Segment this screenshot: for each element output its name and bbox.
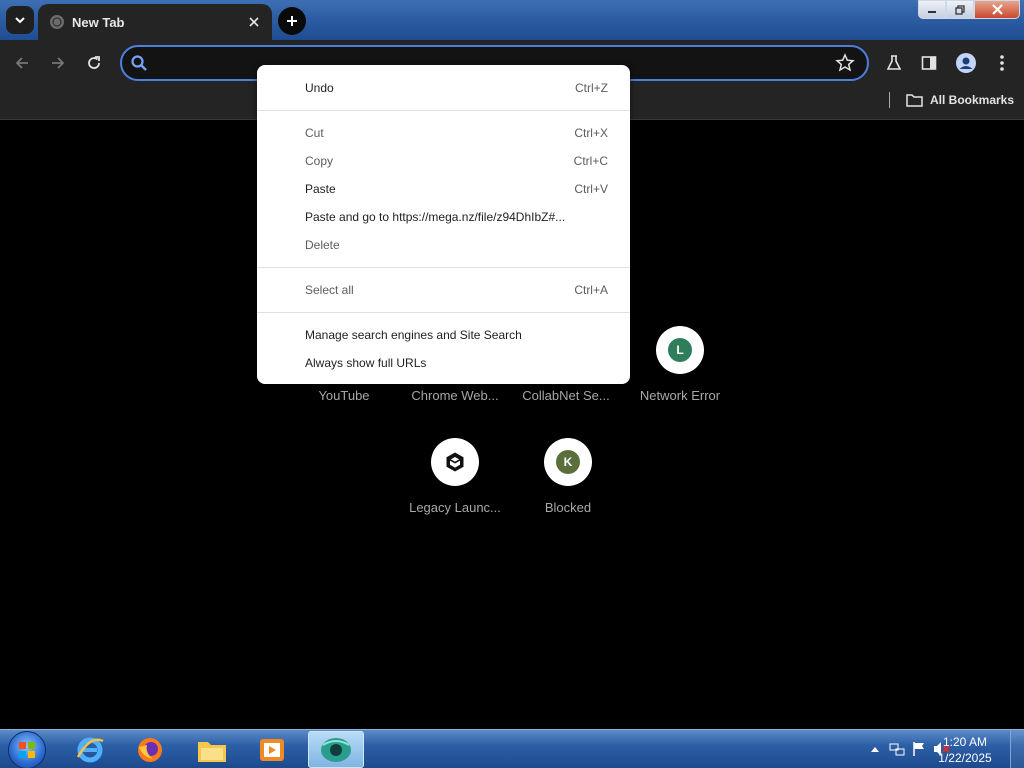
menu-button[interactable] — [989, 50, 1015, 76]
tab-search-button[interactable] — [6, 6, 34, 34]
shortcut-network-error[interactable]: L Network Error — [624, 326, 736, 403]
tab-new-tab[interactable]: New Tab — [38, 4, 272, 40]
internet-explorer-icon — [76, 737, 104, 762]
clock[interactable]: 1:20 AM 1/22/2025 — [930, 734, 1000, 766]
star-icon[interactable] — [835, 53, 855, 73]
avatar-icon — [956, 53, 976, 73]
menu-item-paste[interactable]: Paste Ctrl+V — [257, 175, 630, 203]
menu-item-shortcut: Ctrl+V — [574, 182, 608, 196]
menu-item-always-show-full-urls[interactable]: Always show full URLs — [257, 349, 630, 377]
show-hidden-icons-icon[interactable] — [870, 745, 880, 753]
shortcut-label: CollabNet Se... — [522, 388, 610, 403]
menu-separator — [257, 312, 630, 313]
clock-time: 1:20 AM — [942, 735, 988, 749]
menu-item-label: Cut — [305, 126, 324, 140]
taskbar-firefox[interactable] — [122, 731, 178, 768]
menu-item-label: Always show full URLs — [305, 356, 427, 370]
window-controls — [918, 0, 1020, 20]
shortcut-icon — [431, 438, 479, 486]
reload-button[interactable] — [81, 50, 107, 76]
close-icon — [991, 4, 1003, 15]
shortcut-icon: K — [544, 438, 592, 486]
side-panel-icon — [921, 56, 937, 70]
flask-icon — [886, 55, 902, 70]
labs-button[interactable] — [881, 50, 907, 76]
arrow-right-icon — [52, 57, 65, 69]
plus-icon — [287, 16, 297, 26]
menu-item-shortcut: Ctrl+Z — [575, 81, 608, 95]
menu-separator — [257, 267, 630, 268]
system-tray: 1:20 AM 1/22/2025 — [834, 730, 1024, 768]
reload-icon — [88, 56, 100, 69]
hexagon-icon — [446, 452, 464, 472]
restore-icon — [955, 4, 965, 15]
taskbar: 1:20 AM 1/22/2025 — [0, 729, 1024, 768]
forward-button[interactable] — [45, 50, 71, 76]
menu-item-paste-and-go[interactable]: Paste and go to https://mega.nz/file/z94… — [257, 203, 630, 231]
letter-avatar-icon: K — [556, 450, 580, 474]
chrome-icon — [321, 737, 351, 762]
taskbar-file-explorer[interactable] — [184, 731, 240, 768]
all-bookmarks-button[interactable]: All Bookmarks — [906, 92, 1014, 108]
action-center-flag-icon[interactable] — [911, 741, 927, 757]
minimize-button[interactable] — [918, 0, 946, 19]
menu-item-delete[interactable]: Delete — [257, 231, 630, 259]
restore-button[interactable] — [946, 0, 974, 19]
menu-item-shortcut: Ctrl+A — [574, 283, 608, 297]
media-player-icon — [260, 738, 284, 761]
menu-item-undo[interactable]: Undo Ctrl+Z — [257, 74, 630, 102]
menu-item-label: Manage search engines and Site Search — [305, 328, 522, 342]
show-desktop-button[interactable] — [1010, 730, 1024, 768]
clock-date: 1/22/2025 — [938, 751, 992, 765]
folder-icon — [906, 94, 923, 107]
menu-item-shortcut: Ctrl+C — [573, 154, 608, 168]
menu-item-label: Paste — [305, 182, 336, 196]
tab-title: New Tab — [72, 14, 125, 30]
letter-avatar-icon: L — [668, 338, 692, 362]
search-icon — [131, 55, 147, 71]
shortcut-label: Network Error — [639, 388, 721, 403]
minimize-icon — [928, 10, 936, 13]
shortcut-legacy-launcher[interactable]: Legacy Launc... — [399, 438, 511, 515]
windows-logo-icon — [19, 742, 35, 758]
shortcut-blocked[interactable]: K Blocked — [512, 438, 624, 515]
menu-item-select-all[interactable]: Select all Ctrl+A — [257, 276, 630, 304]
shortcut-label: Blocked — [544, 500, 592, 515]
side-panel-button[interactable] — [916, 50, 942, 76]
menu-item-label: Undo — [305, 81, 334, 95]
shortcut-label: Chrome Web... — [411, 388, 499, 403]
menu-item-label: Paste and go to https://mega.nz/file/z94… — [305, 210, 566, 224]
profile-button[interactable] — [953, 50, 979, 76]
taskbar-media-player[interactable] — [244, 731, 300, 768]
firefox-icon — [138, 737, 162, 762]
shortcut-label: Legacy Launc... — [409, 500, 501, 515]
chevron-down-icon — [15, 17, 25, 24]
menu-separator — [257, 110, 630, 111]
context-menu: Undo Ctrl+Z Cut Ctrl+X Copy Ctrl+C Paste… — [257, 65, 630, 384]
menu-item-shortcut: Ctrl+X — [574, 126, 608, 140]
arrow-left-icon — [15, 57, 28, 69]
menu-item-label: Select all — [305, 283, 354, 297]
network-icon[interactable] — [889, 741, 905, 757]
menu-item-copy[interactable]: Copy Ctrl+C — [257, 147, 630, 175]
taskbar-internet-explorer[interactable] — [62, 731, 118, 768]
menu-item-label: Copy — [305, 154, 334, 168]
tab-close-icon[interactable] — [244, 12, 264, 32]
new-tab-button[interactable] — [278, 7, 306, 35]
bookmarks-divider — [889, 92, 890, 108]
close-window-button[interactable] — [974, 0, 1020, 19]
menu-item-manage-search-engines[interactable]: Manage search engines and Site Search — [257, 321, 630, 349]
all-bookmarks-label: All Bookmarks — [930, 93, 1015, 107]
kebab-menu-icon — [1000, 55, 1004, 71]
back-button[interactable] — [9, 50, 35, 76]
globe-icon — [50, 15, 64, 29]
start-button[interactable] — [8, 731, 46, 768]
shortcut-icon: L — [656, 326, 704, 374]
menu-item-cut[interactable]: Cut Ctrl+X — [257, 119, 630, 147]
taskbar-chrome[interactable] — [308, 731, 364, 768]
shortcut-label: YouTube — [318, 388, 370, 403]
folder-icon — [198, 741, 226, 762]
title-bar: New Tab — [0, 0, 1024, 40]
menu-item-label: Delete — [305, 238, 340, 252]
